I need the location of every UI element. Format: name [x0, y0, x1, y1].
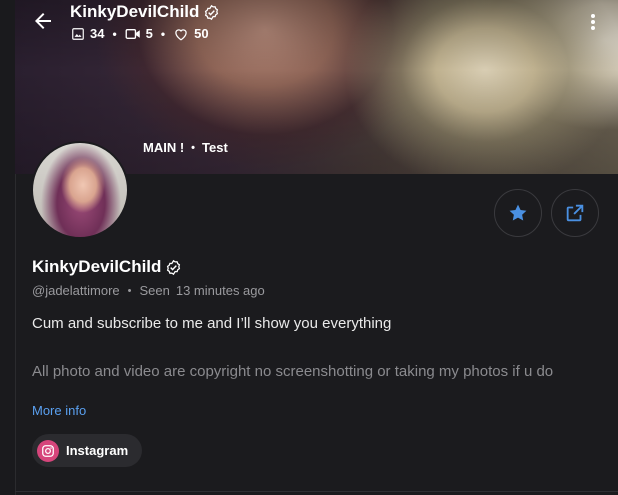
header-title: KinkyDevilChild [70, 2, 220, 22]
share-button[interactable] [551, 189, 599, 237]
cover-tabs: MAIN ! • Test [143, 140, 228, 155]
separator-dot: • [191, 141, 196, 154]
likes-count: 50 [194, 26, 209, 41]
avatar[interactable] [31, 141, 129, 239]
profile-name: KinkyDevilChild [32, 257, 162, 276]
separator-dot: • [160, 26, 166, 41]
header-username: KinkyDevilChild [70, 2, 200, 21]
videos-count: 5 [145, 26, 153, 41]
tab-main[interactable]: MAIN ! [143, 140, 184, 155]
videos-stat: 5 [125, 26, 153, 41]
back-arrow-icon[interactable] [31, 9, 55, 33]
profile-name-row: KinkyDevilChild [32, 257, 182, 277]
seen-time: 13 minutes ago [175, 283, 265, 298]
instagram-link[interactable]: Instagram [32, 434, 143, 467]
profile-stats: 34 • 5 • 50 [71, 26, 209, 41]
seen-label: Seen [139, 283, 170, 298]
separator-dot: • [127, 284, 132, 297]
more-info-link[interactable]: More info [32, 403, 86, 418]
star-icon [509, 204, 527, 221]
photos-count: 34 [90, 26, 105, 41]
more-vertical-icon[interactable] [584, 10, 602, 34]
verified-check-icon [205, 4, 219, 20]
instagram-icon [37, 439, 59, 462]
bio-text-secondary: All photo and video are copyright no scr… [32, 363, 554, 380]
favorite-button[interactable] [494, 189, 542, 237]
heart-icon [175, 28, 187, 40]
photos-stat: 34 [71, 26, 104, 41]
instagram-label: Instagram [66, 443, 129, 458]
share-icon [566, 204, 584, 222]
divider [15, 491, 618, 492]
separator-dot: • [112, 26, 117, 41]
bio-text: Cum and subscribe to me and I’ll show yo… [32, 315, 392, 332]
image-icon [72, 27, 84, 40]
handle-row: @jadelattimore • Seen 13 minutes ago [32, 283, 265, 298]
tab-test[interactable]: Test [202, 140, 228, 155]
video-camera-icon [125, 28, 140, 39]
profile-handle: @jadelattimore [32, 283, 120, 298]
likes-stat: 50 [173, 26, 209, 41]
verified-check-icon [167, 259, 181, 275]
